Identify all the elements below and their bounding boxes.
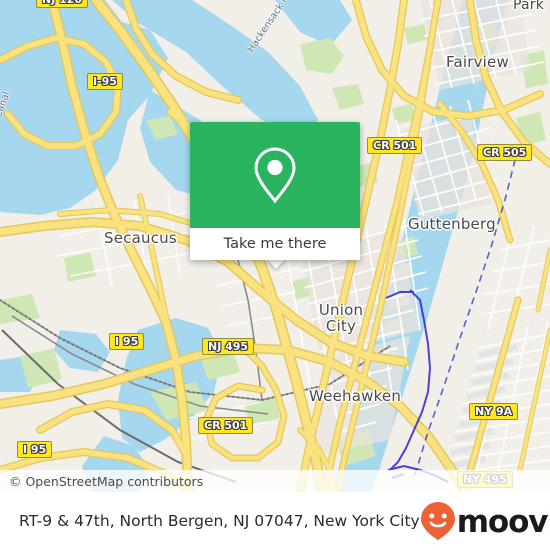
moovit-pin-smiley-icon (420, 502, 455, 540)
shield-ny-9a[interactable]: NY 9A (469, 403, 519, 420)
osm-attribution-text[interactable]: © OpenStreetMap contributors (0, 474, 203, 489)
shield-i-95[interactable]: I-95 (87, 73, 123, 90)
take-me-there-label: Take me there (223, 236, 327, 252)
shield-cr-505[interactable]: CR 505 (477, 144, 533, 161)
take-me-there-button[interactable]: Take me there (190, 228, 360, 260)
location-title: RT-9 & 47th, North Bergen, NJ 07047, New… (19, 512, 420, 530)
shield-i-95-mid[interactable]: I 95 (109, 333, 145, 350)
moovit-wordmark: moovit (456, 503, 550, 540)
destination-popup-card[interactable]: Take me there (190, 122, 360, 260)
popup-card-header (190, 122, 360, 228)
shield-nj-495[interactable]: NJ 495 (202, 338, 255, 355)
map-pin-icon (254, 147, 296, 204)
screenshot-root: Park Fairview Secaucus Guttenberg Union … (0, 0, 550, 550)
shield-cr-501[interactable]: CR 501 (367, 137, 423, 154)
shield-cr-501-south[interactable]: CR 501 (198, 417, 254, 434)
map-canvas[interactable]: Park Fairview Secaucus Guttenberg Union … (0, 0, 550, 492)
map-attribution-bar: © OpenStreetMap contributors (0, 470, 550, 492)
moovit-logo[interactable]: moovit (420, 501, 550, 541)
shield-i-95-southwest[interactable]: I 95 (17, 441, 53, 458)
shield-nj-120[interactable]: NJ 120 (36, 0, 89, 8)
footer-bar: RT-9 & 47th, North Bergen, NJ 07047, New… (0, 492, 550, 550)
